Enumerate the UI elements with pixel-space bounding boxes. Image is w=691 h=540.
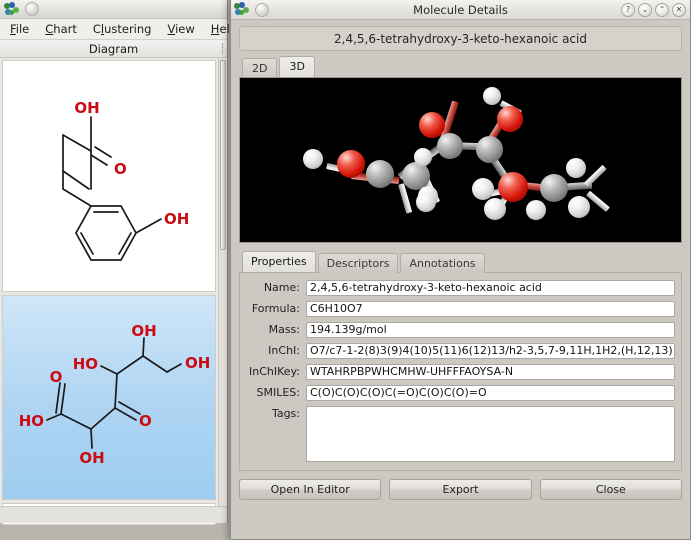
svg-text:HO: HO xyxy=(19,412,44,430)
atom-carbon xyxy=(540,174,568,202)
maximize-icon[interactable]: ⌃ xyxy=(655,3,669,17)
background-window-titlebar xyxy=(0,0,227,19)
help-icon[interactable]: ? xyxy=(621,3,635,17)
atom-hydrogen xyxy=(303,149,323,169)
open-in-editor-button[interactable]: Open In Editor xyxy=(239,479,382,500)
atom-oxygen xyxy=(419,112,445,138)
menu-chart[interactable]: Chart xyxy=(37,19,85,39)
tab-3d[interactable]: 3D xyxy=(279,56,315,77)
atom-hydrogen xyxy=(566,158,586,178)
tab-descriptors[interactable]: Descriptors xyxy=(317,253,399,273)
atom-oxygen xyxy=(337,150,365,178)
atom-oxygen xyxy=(498,172,528,202)
status-bar xyxy=(0,506,227,523)
name-label: Name: xyxy=(263,281,300,294)
svg-text:OH: OH xyxy=(185,354,210,372)
inchikey-field[interactable]: WTAHRPBPWHCMHW-UHFFFAOYSA-N xyxy=(306,364,675,380)
background-application-window: File Chart Clustering View Help Diagram xyxy=(0,0,237,525)
dialog-body: 2,4,5,6-tetrahydroxy-3-keto-hexanoic aci… xyxy=(231,20,690,539)
atom-hydrogen xyxy=(483,87,501,105)
structure-diagram-2d-selected: OH HO OH O HO O OH xyxy=(19,322,211,467)
atom-hydrogen xyxy=(526,200,546,220)
minimize-icon[interactable]: ⌄ xyxy=(638,3,652,17)
atom-hydrogen xyxy=(484,198,506,220)
svg-text:OH: OH xyxy=(131,322,156,340)
atom-carbon xyxy=(476,136,503,163)
atom-hydrogen xyxy=(414,148,432,166)
molecule-details-dialog: Molecule Details ? ⌄ ⌃ ✕ 2,4,5,6-tetrahy… xyxy=(230,0,691,540)
svg-text:HO: HO xyxy=(73,355,98,373)
atom-hydrogen xyxy=(472,178,494,200)
molecule-name-text: 2,4,5,6-tetrahydroxy-3-keto-hexanoic aci… xyxy=(334,31,587,46)
inchi-label: InChI: xyxy=(268,344,300,357)
formula-field[interactable]: C6H10O7 xyxy=(306,301,675,317)
molecule-app-icon xyxy=(4,1,19,17)
field-row-mass: Mass: 194.139g/mol xyxy=(246,322,675,338)
svg-text:O: O xyxy=(139,412,152,430)
menu-bar: File Chart Clustering View Help xyxy=(0,19,237,40)
atom-carbon xyxy=(437,133,463,159)
atom-carbon xyxy=(366,160,394,188)
svg-text:OH: OH xyxy=(74,99,99,117)
inchi-field[interactable]: O7/c7-1-2(8)3(9)4(10)5(11)6(12)13/h2-3,5… xyxy=(306,343,675,359)
molecule-name-banner: 2,4,5,6-tetrahydroxy-3-keto-hexanoic aci… xyxy=(239,26,682,51)
column-header-label: Diagram xyxy=(88,41,139,56)
close-icon[interactable]: ✕ xyxy=(672,3,686,17)
titlebar-button-group: ? ⌄ ⌃ ✕ xyxy=(621,3,686,17)
menu-clustering[interactable]: Clustering xyxy=(85,19,160,39)
menu-file[interactable]: File xyxy=(2,19,37,39)
smiles-field[interactable]: C(O)C(O)C(O)C(=O)C(O)C(O)=O xyxy=(306,385,675,401)
tab-properties[interactable]: Properties xyxy=(242,251,316,272)
properties-tab-bar: Properties Descriptors Annotations xyxy=(239,251,682,273)
field-row-tags: Tags: xyxy=(246,406,675,462)
formula-label: Formula: xyxy=(251,302,300,315)
atom-oxygen xyxy=(497,106,523,132)
field-row-name: Name: 2,4,5,6-tetrahydroxy-3-keto-hexano… xyxy=(246,280,675,296)
svg-text:OH: OH xyxy=(164,210,189,228)
list-item-selected[interactable]: OH HO OH O HO O OH xyxy=(2,295,216,500)
tags-field[interactable] xyxy=(306,406,675,462)
field-row-smiles: SMILES: C(O)C(O)C(O)C(=O)C(O)C(O)=O xyxy=(246,385,675,401)
svg-text:O: O xyxy=(114,160,127,178)
field-row-formula: Formula: C6H10O7 xyxy=(246,301,675,317)
svg-text:OH: OH xyxy=(79,449,104,467)
mass-label: Mass: xyxy=(268,323,300,336)
tab-annotations[interactable]: Annotations xyxy=(400,253,485,273)
mass-field[interactable]: 194.139g/mol xyxy=(306,322,675,338)
svg-text:O: O xyxy=(50,368,63,386)
bond xyxy=(583,164,607,188)
properties-panel: Name: 2,4,5,6-tetrahydroxy-3-keto-hexano… xyxy=(239,272,682,471)
export-button[interactable]: Export xyxy=(389,479,532,500)
tags-label: Tags: xyxy=(271,407,300,420)
structure-diagram-2d: OH O OH xyxy=(62,99,189,261)
smiles-label: SMILES: xyxy=(256,386,300,399)
scrollbar-thumb[interactable] xyxy=(220,60,226,250)
column-header-diagram[interactable]: Diagram xyxy=(0,40,227,58)
menu-view[interactable]: View xyxy=(159,19,202,39)
field-row-inchikey: InChIKey: WTAHRPBPWHCMHW-UHFFFAOYSA-N xyxy=(246,364,675,380)
molecule-3d-viewer[interactable] xyxy=(239,77,682,243)
list-vertical-scrollbar[interactable] xyxy=(218,58,227,506)
list-item[interactable]: OH O OH xyxy=(2,60,216,292)
inchikey-label: InChIKey: xyxy=(249,365,300,378)
dialog-button-bar: Open In Editor Export Close xyxy=(239,479,682,500)
field-row-inchi: InChI: O7/c7-1-2(8)3(9)4(10)5(11)6(12)13… xyxy=(246,343,675,359)
close-dialog-button[interactable]: Close xyxy=(539,479,682,500)
name-field[interactable]: 2,4,5,6-tetrahydroxy-3-keto-hexanoic aci… xyxy=(306,280,675,296)
tab-2d[interactable]: 2D xyxy=(242,58,278,78)
window-menu-button[interactable] xyxy=(25,2,39,16)
viewer-tab-bar: 2D 3D xyxy=(239,56,682,78)
atom-hydrogen xyxy=(416,192,436,212)
column-resize-grip[interactable] xyxy=(222,43,223,54)
dialog-titlebar[interactable]: Molecule Details ? ⌄ ⌃ ✕ xyxy=(231,0,690,20)
atom-hydrogen xyxy=(568,196,590,218)
molecule-list: OH O OH OH HO OH O HO O OH xyxy=(0,58,218,525)
